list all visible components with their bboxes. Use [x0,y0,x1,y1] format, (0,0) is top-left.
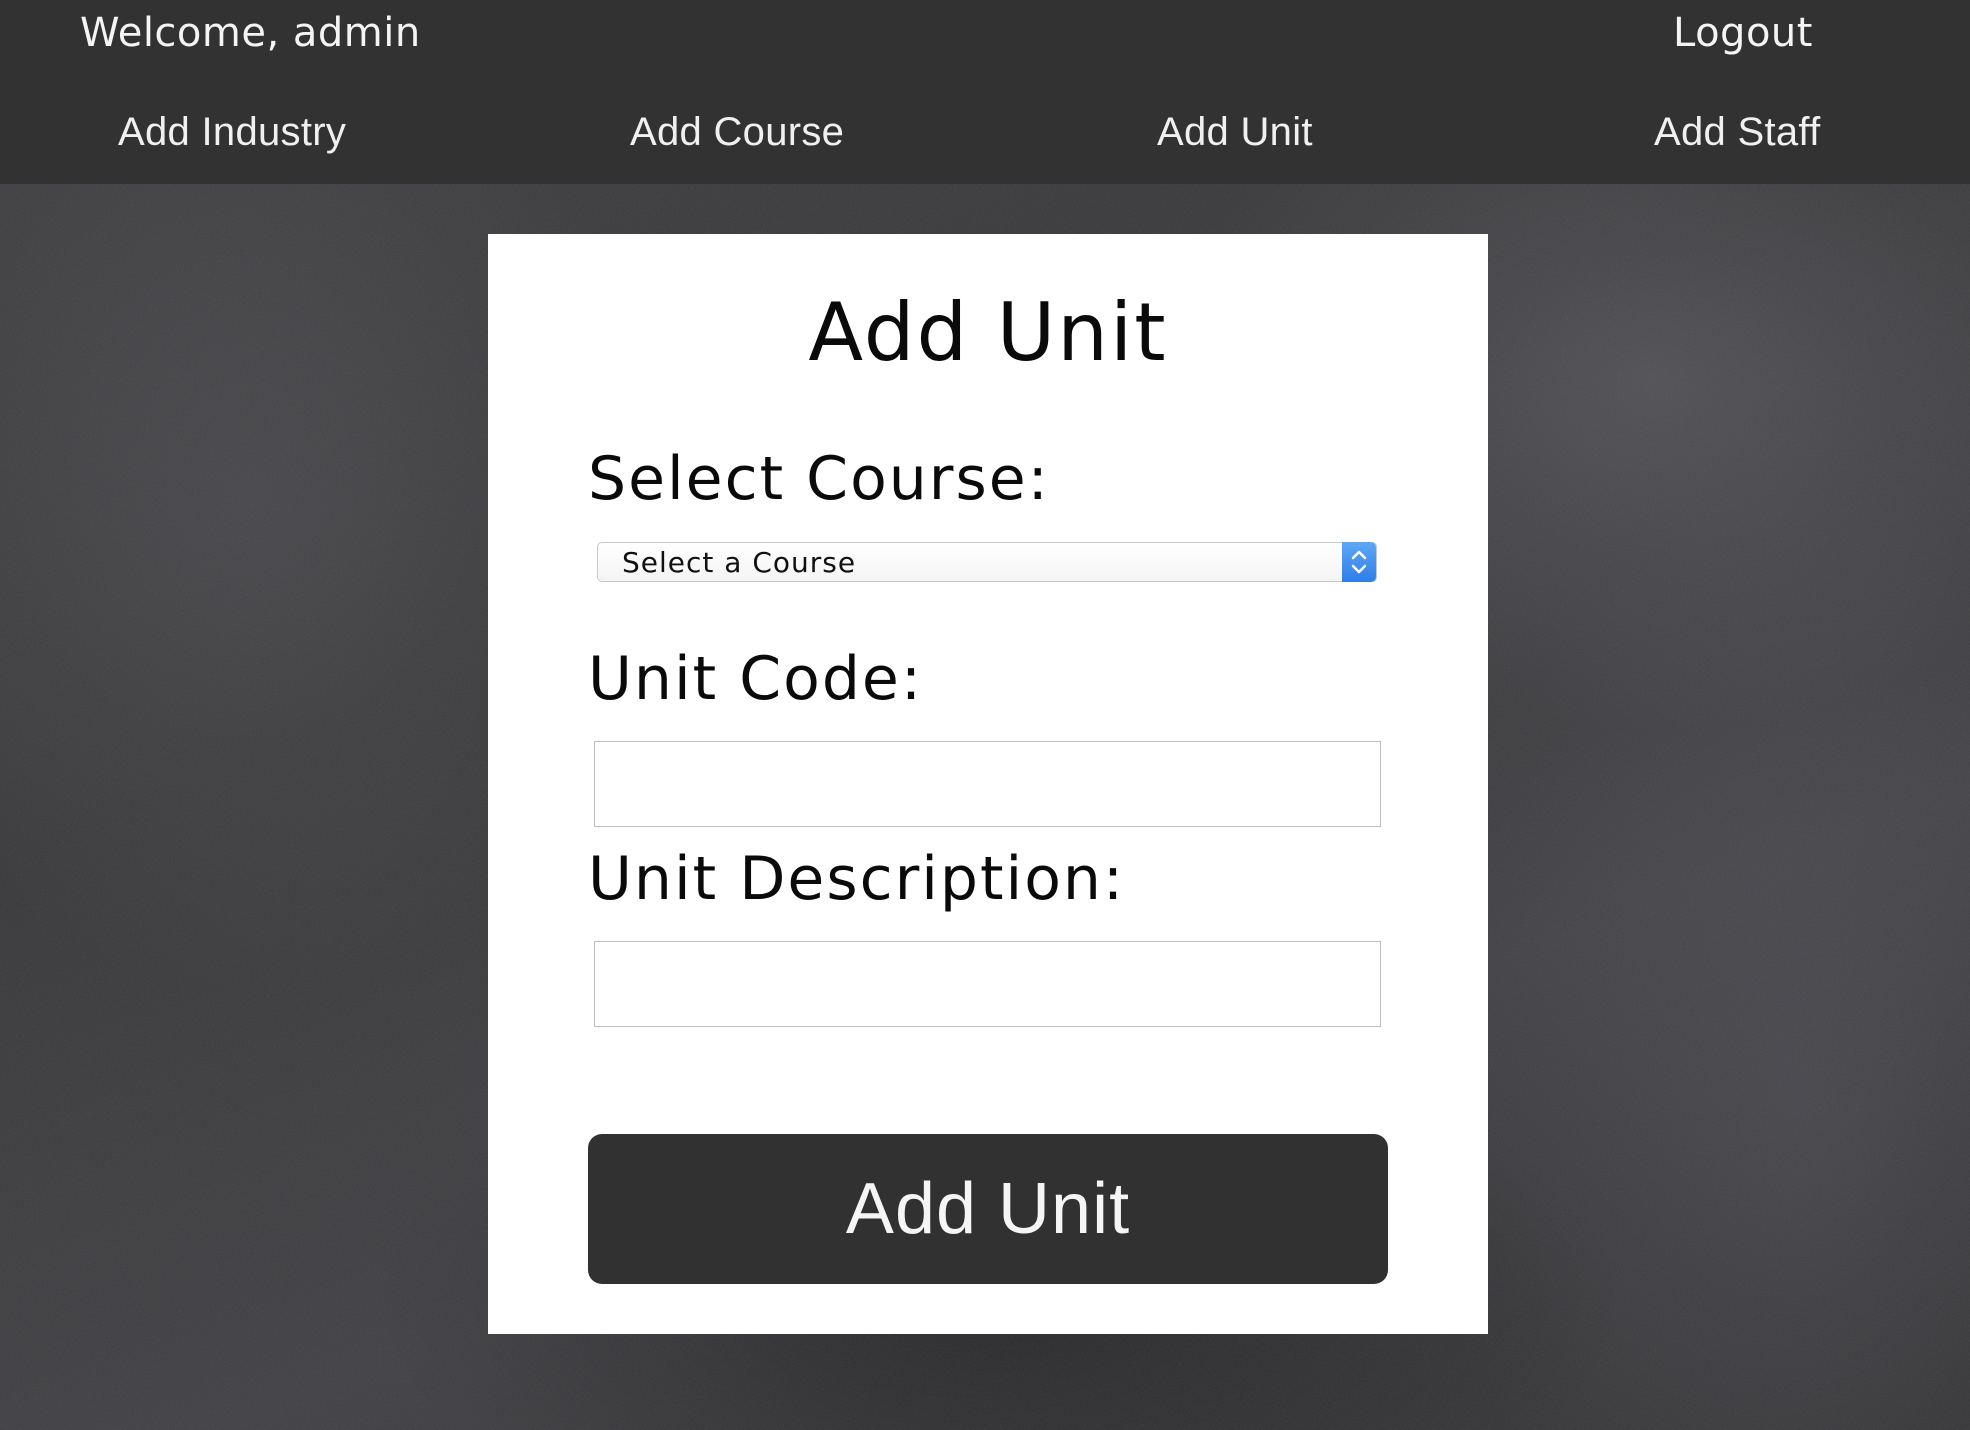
unit-description-label: Unit Description: [588,844,1126,914]
nav-add-staff[interactable]: Add Staff [1654,110,1821,155]
logout-link[interactable]: Logout [1673,10,1813,56]
course-select[interactable]: Select a Course [597,542,1377,582]
unit-code-input[interactable] [594,741,1381,827]
unit-description-input[interactable] [594,941,1381,1027]
select-course-label: Select Course: [588,444,1050,514]
chevron-up-down-icon [1342,542,1376,582]
nav-add-industry[interactable]: Add Industry [118,110,346,155]
add-unit-form-card: Add Unit Select Course: Select a Course … [488,234,1488,1334]
nav-add-course[interactable]: Add Course [630,110,844,155]
course-select-value: Select a Course [622,546,857,579]
top-navigation-bar: Welcome, admin Logout Add Industry Add C… [0,0,1970,184]
add-unit-button[interactable]: Add Unit [588,1134,1388,1284]
unit-code-label: Unit Code: [588,644,924,714]
form-title: Add Unit [808,286,1168,379]
nav-add-unit[interactable]: Add Unit [1157,110,1313,155]
welcome-message: Welcome, admin [80,10,421,56]
